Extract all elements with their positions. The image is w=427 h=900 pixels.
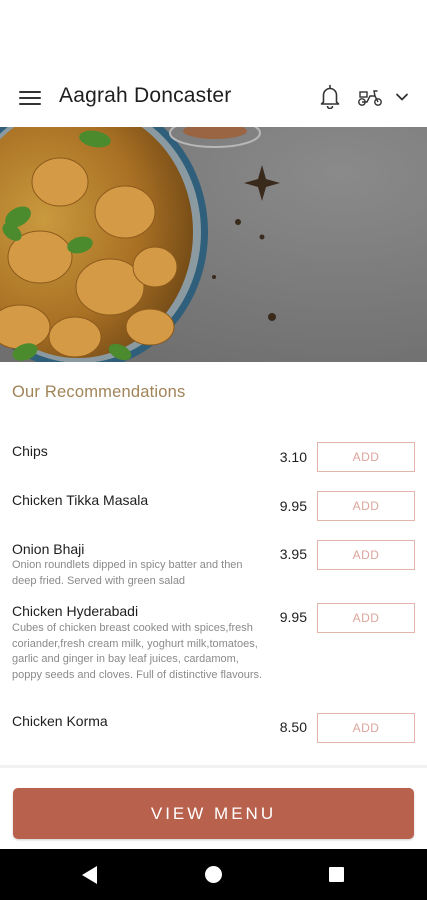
item-name: Chicken Hyderabadi: [12, 603, 139, 619]
item-name: Chips: [12, 443, 48, 459]
recent-apps-icon[interactable]: [329, 867, 344, 882]
divider: [0, 765, 427, 768]
chevron-down-icon[interactable]: [394, 90, 410, 104]
add-button[interactable]: ADD: [317, 442, 415, 472]
hero-food-image: [0, 127, 427, 362]
item-price: 3.10: [279, 449, 307, 465]
bell-icon[interactable]: [319, 83, 341, 109]
item-price: 3.95: [279, 546, 307, 562]
view-menu-button[interactable]: VIEW MENU: [13, 788, 414, 839]
add-button[interactable]: ADD: [317, 491, 415, 521]
item-description: Cubes of chicken breast cooked with spic…: [12, 622, 263, 681]
app-bar: Aagrah Doncaster: [0, 72, 427, 124]
item-name: Onion Bhaji: [12, 541, 85, 557]
item-name: Chicken Tikka Masala: [12, 492, 149, 508]
add-button[interactable]: ADD: [317, 540, 415, 570]
add-button[interactable]: ADD: [317, 713, 415, 743]
item-price: 9.95: [279, 609, 307, 625]
back-icon[interactable]: [81, 865, 99, 885]
add-button[interactable]: ADD: [317, 603, 415, 633]
recommendations-heading: Our Recommendations: [12, 383, 186, 401]
item-price: 9.95: [279, 498, 307, 514]
page-title: Aagrah Doncaster: [59, 84, 232, 107]
item-description: Onion roundlets dipped in spicy batter a…: [12, 559, 243, 587]
item-name: Chicken Korma: [12, 713, 108, 729]
system-nav-bar: [0, 849, 427, 900]
home-icon[interactable]: [205, 866, 222, 883]
item-price: 8.50: [279, 719, 307, 735]
scooter-icon[interactable]: [357, 86, 383, 108]
hamburger-menu-icon[interactable]: [19, 88, 41, 108]
